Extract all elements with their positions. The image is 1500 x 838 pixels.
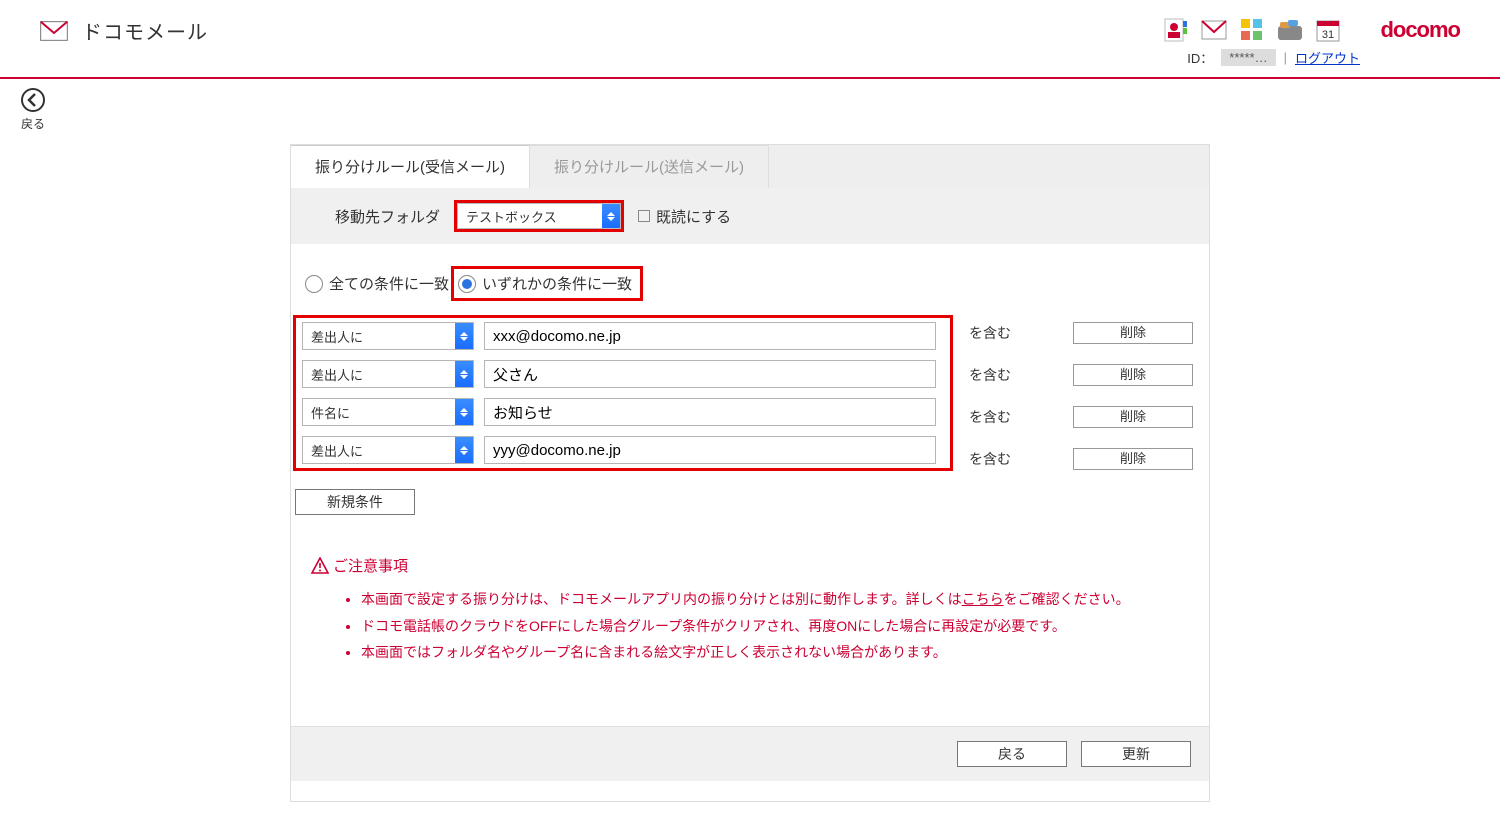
mail-logo-icon [40, 17, 68, 45]
dropdown-arrows-icon [455, 399, 473, 425]
data-storage-icon[interactable] [1276, 16, 1304, 44]
tab-outbox-rules[interactable]: 振り分けルール(送信メール) [530, 145, 769, 188]
docomo-logo: docomo [1380, 17, 1460, 43]
id-value: *****… [1221, 49, 1275, 66]
match-mode-row: 全ての条件に一致 いずれかの条件に一致 [291, 244, 1209, 315]
footer-back-button[interactable]: 戻る [957, 741, 1067, 767]
header: ドコモメール 31 docomo ID： *****… | ログアウト [0, 0, 1500, 77]
condition-field-select[interactable]: 件名に [302, 398, 474, 426]
note-text: 本画面で設定する振り分けは、ドコモメールアプリ内の振り分けとは別に動作します。詳… [361, 591, 962, 607]
mail-icon[interactable] [1200, 16, 1228, 44]
separator: | [1284, 50, 1287, 65]
notes-section: ご注意事項 本画面で設定する振り分けは、ドコモメールアプリ内の振り分けとは別に動… [291, 515, 1209, 676]
logout-link[interactable]: ログアウト [1295, 48, 1360, 67]
footer-update-button[interactable]: 更新 [1081, 741, 1191, 767]
back-nav: 戻る [0, 79, 1500, 144]
note-item: 本画面で設定する振り分けは、ドコモメールアプリ内の振り分けとは別に動作します。詳… [361, 586, 1189, 613]
tab-inbox-rules[interactable]: 振り分けルール(受信メール) [291, 145, 530, 188]
back-label: 戻る [21, 115, 45, 132]
condition-value-input[interactable] [484, 436, 936, 464]
svg-text:31: 31 [1322, 29, 1334, 41]
warning-icon [311, 557, 329, 575]
condition-suffix-column: を含む 削除 を含む 削除 を含む 削除 を含 [969, 317, 1193, 470]
mark-read-label: 既読にする [656, 206, 731, 227]
dropdown-arrows-icon [455, 361, 473, 387]
add-condition-button[interactable]: 新規条件 [295, 489, 415, 515]
notes-title: ご注意事項 [311, 555, 1189, 576]
note-item: ドコモ電話帳のクラウドをOFFにした場合グループ条件がクリアされ、再度ONにした… [361, 613, 1189, 640]
delete-condition-button[interactable]: 削除 [1073, 406, 1193, 428]
condition-field-value: 件名に [311, 403, 350, 422]
id-label: ID： [1187, 48, 1213, 67]
radio-match-all[interactable]: 全ての条件に一致 [305, 273, 449, 294]
schedule-icon[interactable]: 31 [1314, 16, 1342, 44]
note-text: をご確認ください。 [1004, 591, 1130, 607]
footer-bar: 戻る 更新 [291, 726, 1209, 781]
condition-field-value: 差出人に [311, 327, 363, 346]
notes-title-text: ご注意事項 [333, 555, 408, 576]
condition-suffix: を含む [969, 323, 1011, 343]
radio-icon [305, 275, 323, 293]
delete-condition-button[interactable]: 削除 [1073, 448, 1193, 470]
back-arrow-icon [20, 87, 46, 113]
condition-field-select[interactable]: 差出人に [302, 436, 474, 464]
tab-bar: 振り分けルール(受信メール) 振り分けルール(送信メール) [290, 144, 1210, 188]
brand-title: ドコモメール [82, 16, 208, 45]
mark-read-checkbox[interactable] [638, 210, 650, 222]
radio-match-any[interactable]: いずれかの条件に一致 [451, 266, 643, 301]
condition-value-input[interactable] [484, 398, 936, 426]
condition-field-value: 差出人に [311, 441, 363, 460]
condition-suffix: を含む [969, 449, 1011, 469]
back-button[interactable]: 戻る [20, 87, 46, 132]
condition-row: 差出人に 差出人に 件名に [291, 315, 1209, 471]
condition-suffix: を含む [969, 365, 1011, 385]
id-line: ID： *****… | ログアウト [1187, 48, 1360, 67]
destination-folder-select[interactable]: テストボックス [457, 203, 621, 229]
destination-folder-label: 移動先フォルダ [335, 206, 440, 227]
contacts-icon[interactable] [1162, 16, 1190, 44]
condition-field-value: 差出人に [311, 365, 363, 384]
header-icon-row: 31 docomo [1162, 16, 1460, 44]
conditions-area: 差出人に 差出人に 件名に [291, 315, 1209, 471]
radio-match-all-label: 全ての条件に一致 [329, 273, 449, 294]
dropdown-arrows-icon [602, 204, 620, 228]
destination-folder-highlight: テストボックス [454, 200, 624, 232]
dropdown-arrows-icon [455, 437, 473, 463]
note-item: 本画面ではフォルダ名やグループ名に含まれる絵文字が正しく表示されない場合がありま… [361, 639, 1189, 666]
radio-match-any-label: いずれかの条件に一致 [482, 273, 632, 294]
note-link[interactable]: こちら [962, 591, 1004, 607]
dropdown-arrows-icon [455, 323, 473, 349]
header-right: 31 docomo ID： *****… | ログアウト [1162, 16, 1460, 67]
brand: ドコモメール [40, 16, 208, 45]
conditions-highlight-box: 差出人に 差出人に 件名に [293, 315, 953, 471]
condition-value-input[interactable] [484, 360, 936, 388]
condition-value-input[interactable] [484, 322, 936, 350]
condition-suffix: を含む [969, 407, 1011, 427]
condition-field-select[interactable]: 差出人に [302, 322, 474, 350]
rule-form: 移動先フォルダ テストボックス 既読にする 全ての条件に一致 いずれかの条件に一… [290, 188, 1210, 802]
notes-list: 本画面で設定する振り分けは、ドコモメールアプリ内の振り分けとは別に動作します。詳… [311, 576, 1189, 666]
radio-icon [458, 275, 476, 293]
condition-field-select[interactable]: 差出人に [302, 360, 474, 388]
rule-panel: 振り分けルール(受信メール) 振り分けルール(送信メール) 移動先フォルダ テス… [290, 144, 1210, 802]
apps-grid-icon[interactable] [1238, 16, 1266, 44]
delete-condition-button[interactable]: 削除 [1073, 364, 1193, 386]
destination-folder-value: テストボックス [466, 207, 557, 226]
delete-condition-button[interactable]: 削除 [1073, 322, 1193, 344]
destination-folder-bar: 移動先フォルダ テストボックス 既読にする [291, 188, 1209, 244]
